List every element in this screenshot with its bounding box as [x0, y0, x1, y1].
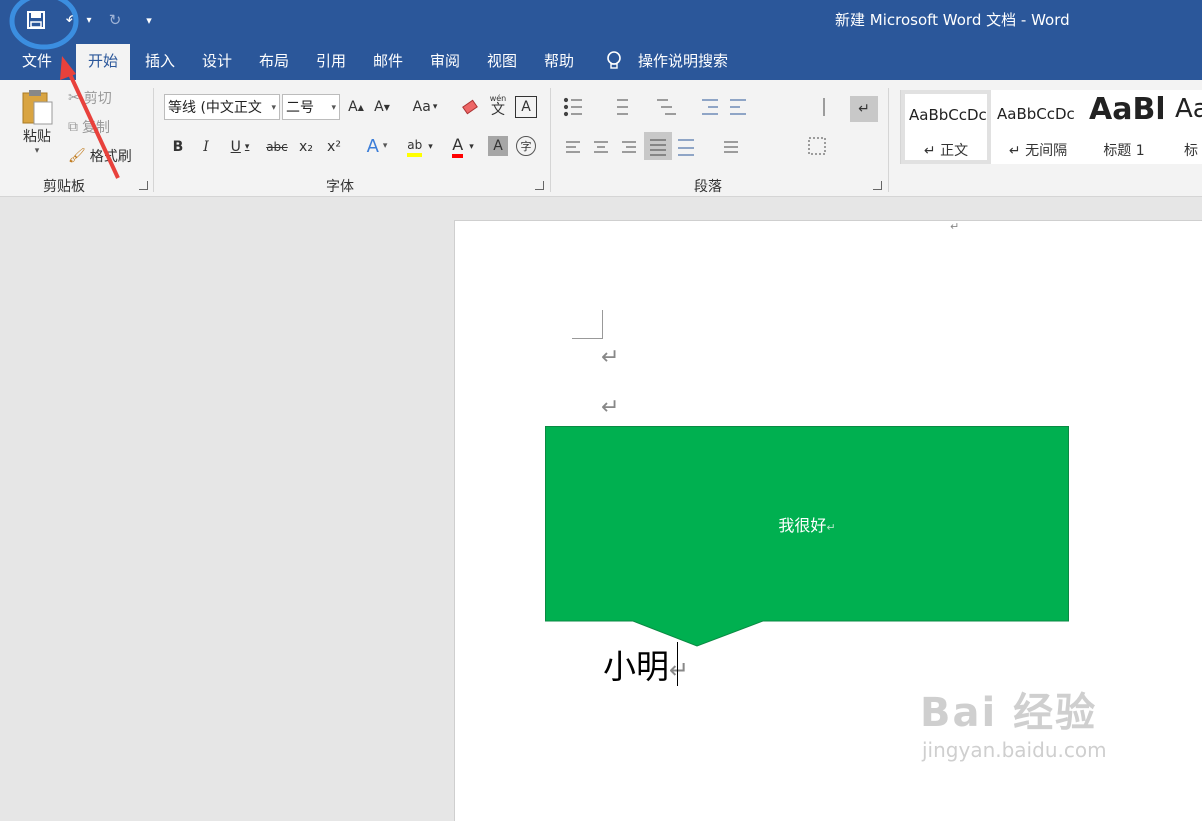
highlight-circle-annotation [9, 0, 79, 50]
red-arrow-head [60, 56, 76, 80]
watermark-text: Bai 经验 [920, 690, 1098, 736]
watermark-url: jingyan.baidu.com [922, 738, 1107, 762]
baidu-watermark: Bai 经验 jingyan.baidu.com [920, 680, 1107, 762]
red-arrow-annotation [66, 69, 120, 179]
